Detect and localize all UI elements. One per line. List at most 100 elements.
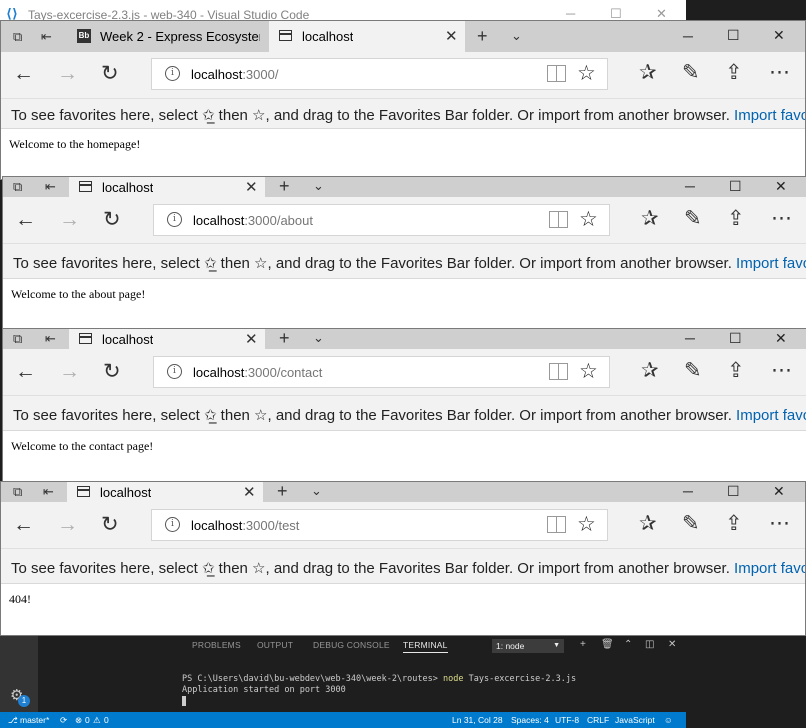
chevron-down-icon[interactable]: ⌄ [313, 179, 324, 192]
tab-preview-icon[interactable]: ⧉ [13, 485, 22, 498]
cursor-position[interactable]: Ln 31, Col 28 [452, 715, 503, 725]
refresh-icon[interactable]: ↻ [103, 209, 121, 230]
close-tab-icon[interactable]: ✕ [245, 330, 258, 348]
pen-icon[interactable]: ✎ [684, 360, 702, 381]
split-icon[interactable]: ◫ [645, 639, 654, 650]
arrow-right-icon[interactable]: → [57, 63, 78, 84]
tab-problems[interactable]: PROBLEMS [192, 640, 241, 650]
close-tab-icon[interactable]: ✕ [445, 27, 458, 45]
git-branch[interactable]: master* [20, 715, 49, 725]
import-favorites-link[interactable]: Import favorites [734, 560, 805, 577]
hub-icon[interactable]: ✰ [641, 208, 659, 229]
star-icon[interactable]: ☆ [577, 512, 596, 537]
hub-icon[interactable]: ✰ [639, 62, 657, 83]
tab-terminal[interactable]: TERMINAL [403, 640, 448, 653]
pen-icon[interactable]: ✎ [682, 513, 700, 534]
git-branch-icon[interactable]: ⎇ [8, 715, 18, 726]
new-tab-icon[interactable]: + [477, 27, 488, 45]
tab-preview-icon[interactable]: ⧉ [13, 30, 22, 43]
info-icon[interactable]: i [165, 517, 180, 532]
new-tab-icon[interactable]: + [277, 482, 288, 500]
close-tab-icon[interactable]: ✕ [245, 178, 258, 196]
set-aside-icon[interactable]: ⇤ [45, 180, 56, 193]
chevron-up-icon[interactable]: ⌃ [624, 639, 632, 650]
maximize-icon[interactable]: ☐ [727, 28, 740, 42]
add-terminal-icon[interactable]: + [580, 639, 586, 650]
more-icon[interactable]: ⋯ [769, 62, 790, 83]
hub-icon[interactable]: ✰ [641, 360, 659, 381]
info-icon[interactable]: i [165, 66, 180, 81]
close-window-icon[interactable]: ✕ [773, 484, 785, 498]
share-icon[interactable]: ⇪ [725, 513, 743, 534]
terminal-select[interactable]: 1: node ▼ [492, 639, 564, 653]
reading-view-icon[interactable] [547, 516, 567, 533]
star-icon[interactable]: ☆ [577, 61, 596, 86]
share-icon[interactable]: ⇪ [727, 360, 745, 381]
share-icon[interactable]: ⇪ [727, 208, 745, 229]
encoding[interactable]: UTF-8 [555, 715, 579, 725]
terminal-output[interactable]: PS C:\Users\david\bu-webdev\web-340\week… [182, 674, 576, 708]
tab-localhost[interactable]: localhost ✕ [69, 177, 265, 197]
new-tab-icon[interactable]: + [279, 329, 290, 347]
tab-output[interactable]: OUTPUT [257, 640, 293, 650]
close-window-icon[interactable]: ✕ [775, 179, 787, 193]
more-icon[interactable]: ⋯ [771, 360, 792, 381]
tab-week2[interactable]: Bb Week 2 - Express Ecosystem [67, 21, 267, 52]
refresh-icon[interactable]: ↻ [103, 361, 121, 382]
refresh-icon[interactable]: ↻ [101, 63, 119, 84]
arrow-left-icon[interactable]: ← [15, 209, 36, 230]
tab-localhost[interactable]: localhost ✕ [67, 482, 263, 502]
star-icon[interactable]: ☆ [579, 207, 598, 232]
tab-localhost[interactable]: localhost ✕ [69, 329, 265, 349]
warning-count[interactable]: 0 [104, 715, 109, 725]
close-panel-icon[interactable]: ✕ [668, 639, 676, 650]
close-window-icon[interactable]: ✕ [773, 28, 785, 42]
minimize-icon[interactable]: ─ [566, 6, 575, 21]
arrow-right-icon[interactable]: → [57, 514, 78, 535]
import-favorites-link[interactable]: Import favorites [734, 107, 805, 124]
sync-icon[interactable]: ⟳ [60, 715, 67, 726]
star-icon[interactable]: ☆ [579, 359, 598, 384]
address-bar[interactable]: i localhost:3000/about ☆ [153, 204, 610, 236]
reading-view-icon[interactable] [549, 363, 569, 380]
new-tab-icon[interactable]: + [279, 177, 290, 195]
hub-icon[interactable]: ✰ [639, 513, 657, 534]
reading-view-icon[interactable] [549, 211, 569, 228]
set-aside-icon[interactable]: ⇤ [43, 485, 54, 498]
chevron-down-icon[interactable]: ⌄ [311, 484, 322, 497]
close-tab-icon[interactable]: ✕ [243, 483, 256, 501]
chevron-down-icon[interactable]: ⌄ [313, 331, 324, 344]
maximize-icon[interactable]: ☐ [727, 484, 740, 498]
import-favorites-link[interactable]: Import favorites [736, 407, 806, 424]
chevron-down-icon[interactable]: ⌄ [511, 29, 522, 42]
pen-icon[interactable]: ✎ [684, 208, 702, 229]
info-icon[interactable]: i [167, 364, 182, 379]
arrow-right-icon[interactable]: → [59, 361, 80, 382]
tab-preview-icon[interactable]: ⧉ [13, 332, 22, 345]
maximize-icon[interactable]: ☐ [729, 331, 742, 345]
pen-icon[interactable]: ✎ [682, 62, 700, 83]
set-aside-icon[interactable]: ⇤ [41, 30, 52, 43]
set-aside-icon[interactable]: ⇤ [45, 332, 56, 345]
trash-icon[interactable]: 🗑 [601, 639, 614, 650]
maximize-icon[interactable]: ☐ [729, 179, 742, 193]
arrow-left-icon[interactable]: ← [13, 514, 34, 535]
share-icon[interactable]: ⇪ [725, 62, 743, 83]
indentation[interactable]: Spaces: 4 [511, 715, 549, 725]
address-bar[interactable]: i localhost:3000/contact ☆ [153, 356, 610, 388]
import-favorites-link[interactable]: Import favorites [736, 255, 806, 272]
language-mode[interactable]: JavaScript [615, 715, 655, 725]
arrow-left-icon[interactable]: ← [13, 63, 34, 84]
minimize-icon[interactable]: ─ [685, 179, 695, 193]
more-icon[interactable]: ⋯ [771, 208, 792, 229]
reading-view-icon[interactable] [547, 65, 567, 82]
address-bar[interactable]: i localhost:3000/test ☆ [151, 509, 608, 541]
tab-localhost[interactable]: localhost ✕ [269, 21, 465, 52]
tab-preview-icon[interactable]: ⧉ [13, 180, 22, 193]
line-ending[interactable]: CRLF [587, 715, 609, 725]
feedback-icon[interactable]: ☺ [664, 715, 673, 725]
more-icon[interactable]: ⋯ [769, 513, 790, 534]
tab-debug-console[interactable]: DEBUG CONSOLE [313, 640, 390, 650]
arrow-right-icon[interactable]: → [59, 209, 80, 230]
error-count[interactable]: 0 [85, 715, 90, 725]
